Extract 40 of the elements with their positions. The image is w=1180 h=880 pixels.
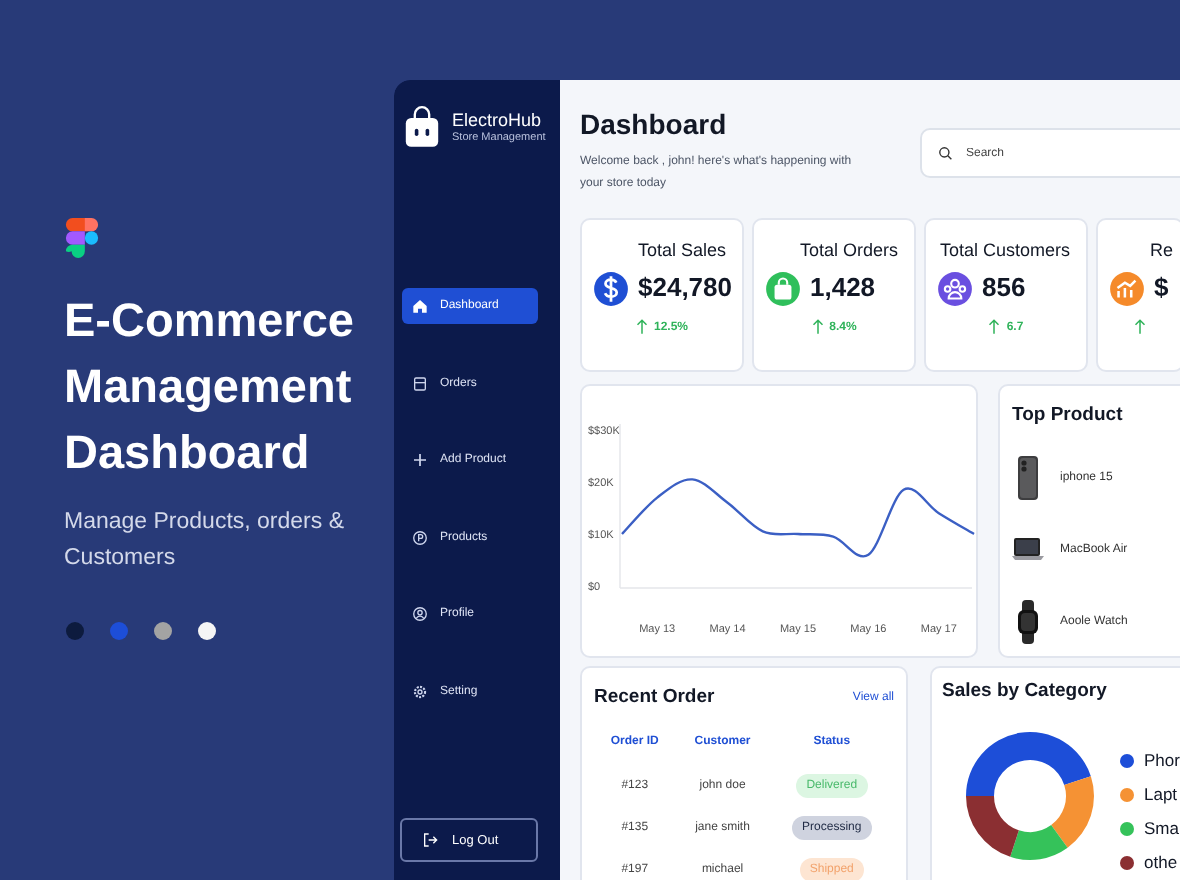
legend-label: Sma: [1144, 818, 1179, 840]
chart-icon: [1108, 269, 1146, 307]
up-arrow-icon: [635, 318, 648, 336]
bag-logo-icon: [404, 104, 440, 150]
card-title: Top Product: [1012, 404, 1125, 428]
legend-label: Lapt: [1144, 784, 1178, 806]
legend-label: Phor: [1144, 750, 1180, 772]
dollar-icon: [592, 269, 630, 307]
donut-drawing: [964, 730, 1096, 862]
watch-drawing: [1012, 600, 1044, 644]
up-arrow-icon: [811, 318, 824, 336]
stat-title: Total Orders: [799, 238, 900, 264]
logout-icon: [422, 832, 438, 848]
logo-icon: [64, 212, 100, 264]
stat-title: Total Sales: [637, 238, 728, 264]
up-arrow-icon: [1134, 318, 1146, 336]
search-icon: [938, 146, 952, 160]
legend-label: othe: [1144, 852, 1178, 874]
home-icon: [412, 298, 428, 314]
stat-value: 1,428: [810, 270, 876, 306]
stat-value: $24,780: [638, 270, 732, 306]
promo-title: E-Commerce Management Dashboard: [64, 292, 356, 482]
page-title: Dashboard: [580, 108, 729, 140]
people-icon: [936, 269, 974, 307]
stat-value: $: [1154, 270, 1169, 306]
box-icon: [412, 375, 428, 391]
stat-value: 856: [982, 270, 1026, 306]
stat-title: Total Customers: [939, 238, 1072, 264]
plus-icon: [412, 452, 428, 468]
brand-name: ElectroHub: [452, 109, 544, 131]
p-circle-icon: [412, 529, 428, 545]
promo-subtitle: Manage Products, orders & Customers: [64, 508, 344, 574]
stat-title: Re: [1148, 238, 1176, 264]
gear-icon: [412, 683, 428, 699]
card-title: Sales by Category: [942, 680, 1109, 704]
phone-drawing: [1012, 456, 1044, 500]
user-icon: [412, 606, 428, 622]
bag-icon: [764, 269, 802, 307]
card-title: Recent Order: [594, 686, 715, 710]
up-arrow-icon: [988, 318, 1001, 336]
